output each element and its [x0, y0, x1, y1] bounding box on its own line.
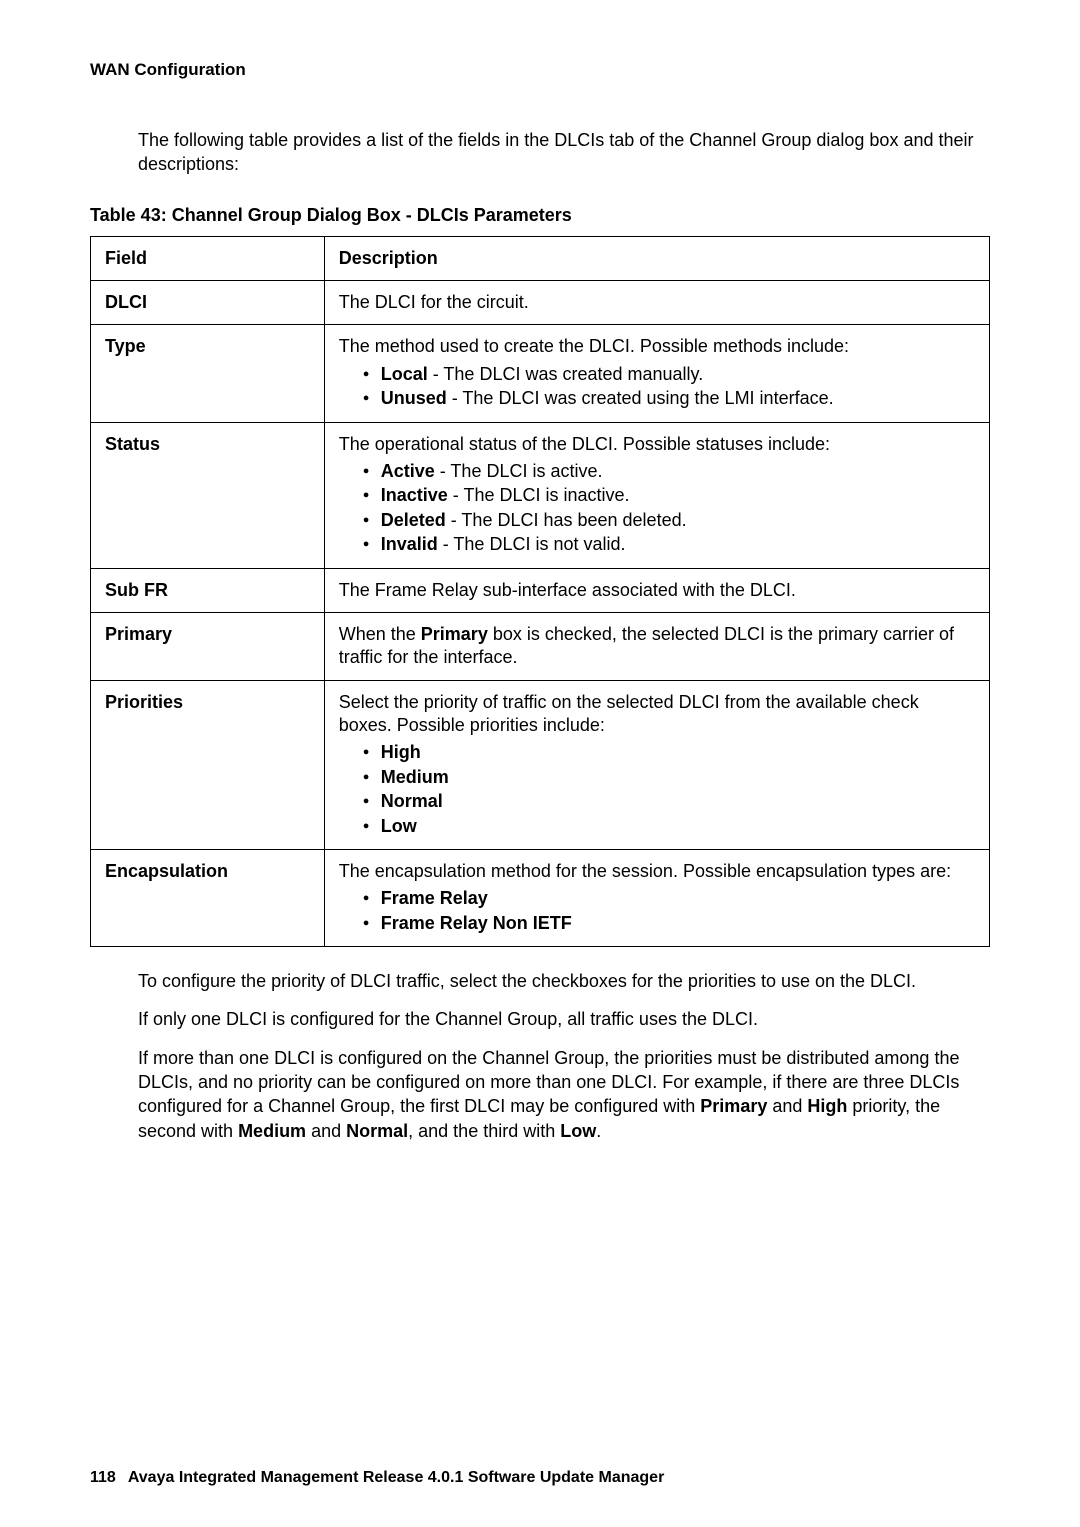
- field-subfr: Sub FR: [91, 568, 325, 612]
- list-item: Medium: [363, 766, 975, 789]
- desc-bold: Primary: [421, 624, 488, 644]
- field-encapsulation: Encapsulation: [91, 850, 325, 947]
- desc-lead: The method used to create the DLCI. Poss…: [339, 336, 849, 356]
- option-rest: - The DLCI was created using the LMI int…: [447, 388, 834, 408]
- p3-seg: and: [306, 1121, 346, 1141]
- p3-bold: High: [807, 1096, 847, 1116]
- encapsulation-options-list: Frame Relay Frame Relay Non IETF: [339, 887, 975, 935]
- desc-lead: Select the priority of traffic on the se…: [339, 692, 919, 735]
- table-row: DLCI The DLCI for the circuit.: [91, 280, 990, 324]
- desc-type: The method used to create the DLCI. Poss…: [324, 325, 989, 422]
- list-item: Unused - The DLCI was created using the …: [363, 387, 975, 410]
- list-item: High: [363, 741, 975, 764]
- status-options-list: Active - The DLCI is active. Inactive - …: [339, 460, 975, 557]
- field-primary: Primary: [91, 612, 325, 680]
- desc-lead: The encapsulation method for the session…: [339, 861, 951, 881]
- list-item: Active - The DLCI is active.: [363, 460, 975, 483]
- desc-subfr: The Frame Relay sub-interface associated…: [324, 568, 989, 612]
- field-priorities: Priorities: [91, 680, 325, 849]
- desc-pre: When the: [339, 624, 421, 644]
- field-type: Type: [91, 325, 325, 422]
- header-description: Description: [324, 236, 989, 280]
- list-item: Normal: [363, 790, 975, 813]
- option-rest: - The DLCI is inactive.: [448, 485, 630, 505]
- table-row: Priorities Select the priority of traffi…: [91, 680, 990, 849]
- page-footer: 118 Avaya Integrated Management Release 4…: [90, 1469, 990, 1487]
- footer-title: Avaya Integrated Management Release 4.0.…: [128, 1469, 664, 1486]
- header-field: Field: [91, 236, 325, 280]
- desc-primary: When the Primary box is checked, the sel…: [324, 612, 989, 680]
- option-bold: Unused: [381, 388, 447, 408]
- table-row: Type The method used to create the DLCI.…: [91, 325, 990, 422]
- list-item: Inactive - The DLCI is inactive.: [363, 484, 975, 507]
- option-bold: Frame Relay Non IETF: [381, 913, 572, 933]
- field-dlci: DLCI: [91, 280, 325, 324]
- option-bold: Active: [381, 461, 435, 481]
- field-status: Status: [91, 422, 325, 568]
- table-header-row: Field Description: [91, 236, 990, 280]
- option-rest: - The DLCI was created manually.: [428, 364, 703, 384]
- list-item: Low: [363, 815, 975, 838]
- table-row: Primary When the Primary box is checked,…: [91, 612, 990, 680]
- desc-lead: The operational status of the DLCI. Poss…: [339, 434, 830, 454]
- page-number: 118: [90, 1469, 116, 1486]
- option-rest: - The DLCI has been deleted.: [446, 510, 687, 530]
- option-bold: Medium: [381, 767, 449, 787]
- type-options-list: Local - The DLCI was created manually. U…: [339, 363, 975, 411]
- option-bold: Low: [381, 816, 417, 836]
- option-rest: - The DLCI is active.: [435, 461, 603, 481]
- option-bold: Inactive: [381, 485, 448, 505]
- p3-seg: , and the third with: [408, 1121, 560, 1141]
- table-row: Status The operational status of the DLC…: [91, 422, 990, 568]
- option-rest: - The DLCI is not valid.: [438, 534, 626, 554]
- p3-seg: .: [596, 1121, 601, 1141]
- p3-bold: Primary: [700, 1096, 767, 1116]
- desc-dlci: The DLCI for the circuit.: [324, 280, 989, 324]
- after-paragraph-1: To configure the priority of DLCI traffi…: [138, 969, 990, 993]
- p3-bold: Normal: [346, 1121, 408, 1141]
- p3-seg: and: [767, 1096, 807, 1116]
- p3-bold: Low: [560, 1121, 596, 1141]
- after-paragraph-3: If more than one DLCI is configured on t…: [138, 1046, 990, 1143]
- list-item: Frame Relay: [363, 887, 975, 910]
- option-bold: Frame Relay: [381, 888, 488, 908]
- table-row: Sub FR The Frame Relay sub-interface ass…: [91, 568, 990, 612]
- list-item: Deleted - The DLCI has been deleted.: [363, 509, 975, 532]
- option-bold: Normal: [381, 791, 443, 811]
- option-bold: Deleted: [381, 510, 446, 530]
- table-row: Encapsulation The encapsulation method f…: [91, 850, 990, 947]
- list-item: Invalid - The DLCI is not valid.: [363, 533, 975, 556]
- desc-priorities: Select the priority of traffic on the se…: [324, 680, 989, 849]
- desc-status: The operational status of the DLCI. Poss…: [324, 422, 989, 568]
- desc-encapsulation: The encapsulation method for the session…: [324, 850, 989, 947]
- parameters-table: Field Description DLCI The DLCI for the …: [90, 236, 990, 948]
- table-caption: Table 43: Channel Group Dialog Box - DLC…: [90, 205, 990, 226]
- intro-paragraph: The following table provides a list of t…: [138, 128, 990, 177]
- list-item: Frame Relay Non IETF: [363, 912, 975, 935]
- option-bold: Local: [381, 364, 428, 384]
- p3-bold: Medium: [238, 1121, 306, 1141]
- after-paragraph-2: If only one DLCI is configured for the C…: [138, 1007, 990, 1031]
- option-bold: Invalid: [381, 534, 438, 554]
- list-item: Local - The DLCI was created manually.: [363, 363, 975, 386]
- priorities-options-list: High Medium Normal Low: [339, 741, 975, 838]
- running-head: WAN Configuration: [90, 60, 990, 80]
- option-bold: High: [381, 742, 421, 762]
